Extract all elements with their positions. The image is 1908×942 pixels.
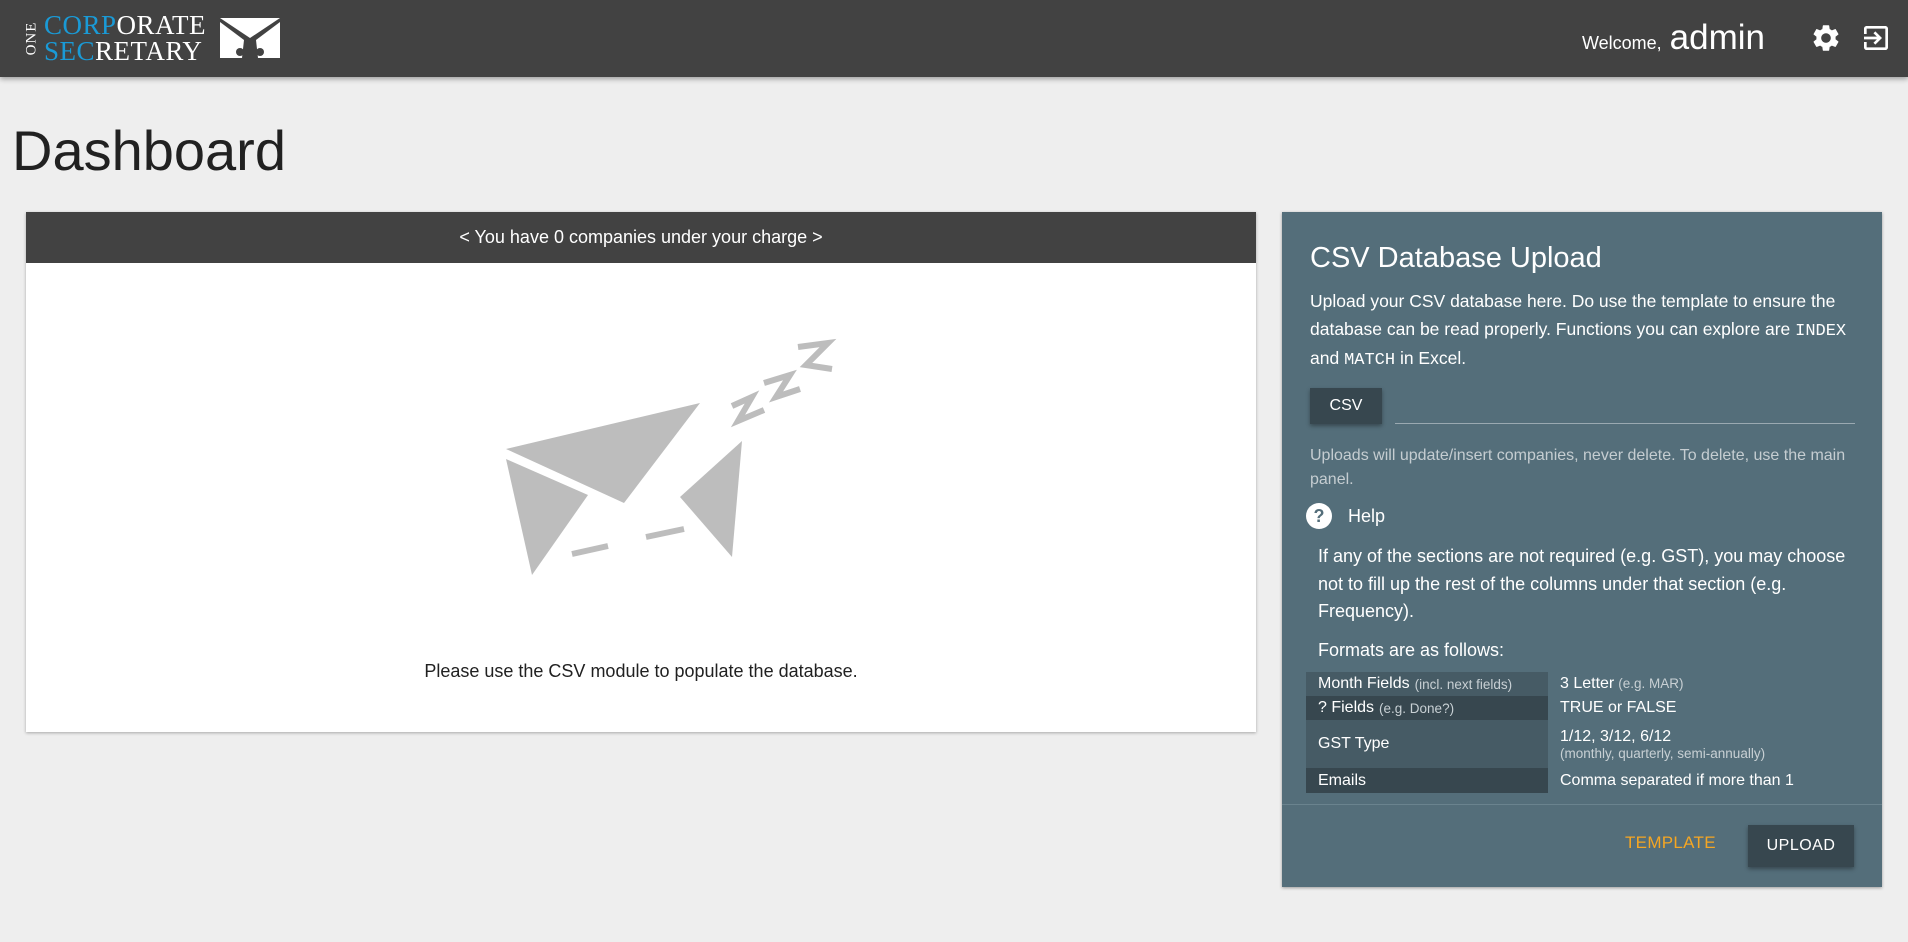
format-val-main: 1/12, 3/12, 6/12 — [1560, 727, 1672, 745]
format-val-line2: (monthly, quarterly, semi-annually) — [1560, 745, 1766, 761]
format-key: Emails — [1306, 768, 1548, 793]
format-key: ? Fields (e.g. Done?) — [1306, 696, 1548, 720]
sleeping-envelope-icon — [506, 338, 837, 575]
empty-state-message: Please use the CSV module to populate th… — [424, 661, 858, 681]
desc-part2: in Excel. — [1395, 348, 1467, 368]
upload-button[interactable]: UPLOAD — [1748, 825, 1854, 867]
upload-note: Uploads will update/insert companies, ne… — [1310, 447, 1846, 488]
format-value: TRUE or FALSE — [1548, 696, 1676, 720]
companies-count-header: < You have 0 companies under your charge… — [26, 212, 1256, 263]
help-circle-icon: ? — [1306, 503, 1332, 529]
logo-one-text: ONE — [23, 21, 40, 55]
format-key-main: GST Type — [1318, 735, 1390, 752]
companies-card: < You have 0 companies under your charge… — [26, 212, 1256, 732]
format-row-bool: ? Fields (e.g. Done?) TRUE or FALSE — [1306, 696, 1861, 720]
format-key-sub: (e.g. Done?) — [1379, 700, 1455, 716]
exit-icon[interactable] — [1860, 22, 1892, 54]
format-val-main: 3 Letter — [1560, 675, 1615, 692]
format-key-main: Emails — [1318, 771, 1367, 789]
logo-retary: RETARY — [95, 36, 203, 66]
help-label: Help — [1348, 505, 1386, 526]
logo-wordmark: CORPORATE SECRETARY — [44, 12, 206, 66]
desc-part1: Upload your CSV database here. Do use th… — [1310, 291, 1836, 339]
format-key-main: ? Fields — [1318, 699, 1375, 716]
envelope-logo-icon — [220, 18, 281, 58]
format-key: Month Fields (incl. next fields) — [1306, 672, 1548, 696]
csv-file-button[interactable]: CSV — [1310, 388, 1382, 424]
csv-upload-card: CSV Database Upload Upload your CSV data… — [1282, 212, 1882, 887]
welcome-greeting: Welcome, admin — [1582, 18, 1765, 58]
format-value: 3 Letter (e.g. MAR) — [1548, 672, 1684, 696]
logo-sec: SEC — [44, 36, 96, 66]
format-val-main: TRUE or FALSE — [1560, 699, 1677, 716]
help-toggle[interactable]: ? Help — [1306, 503, 1385, 529]
welcome-label: Welcome, — [1581, 33, 1662, 53]
brand-logo[interactable]: ONE CORPORATE SECRETARY — [23, 12, 281, 66]
format-val-sub: (e.g. MAR) — [1618, 676, 1684, 691]
help-text: If any of the sections are not required … — [1318, 546, 1846, 621]
username: admin — [1669, 18, 1765, 57]
format-row-gst: GST Type 1/12, 3/12, 6/12 (monthly, quart… — [1306, 720, 1861, 768]
code-index: INDEX — [1795, 321, 1847, 341]
format-key-sub: (incl. next fields) — [1414, 676, 1513, 692]
card-divider — [1282, 804, 1882, 805]
format-key-main: Month Fields — [1318, 675, 1410, 692]
gear-icon[interactable] — [1810, 22, 1842, 54]
template-link[interactable]: TEMPLATE — [1625, 833, 1716, 853]
upload-card-title: CSV Database Upload — [1310, 242, 1602, 274]
format-row-month: Month Fields (incl. next fields) 3 Letter… — [1306, 672, 1861, 696]
formats-label: Formats are as follows: — [1318, 640, 1505, 660]
code-match: MATCH — [1344, 351, 1396, 370]
desc-and: and — [1310, 348, 1345, 368]
formats-table: Month Fields (incl. next fields) 3 Letter… — [1306, 672, 1861, 793]
format-value: 1/12, 3/12, 6/12 (monthly, quarterly, sem… — [1548, 720, 1765, 768]
format-row-emails: Emails Comma separated if more than 1 — [1306, 768, 1861, 793]
upload-description: Upload your CSV database here. Do use th… — [1310, 288, 1860, 375]
format-val-main: Comma separated if more than 1 — [1560, 771, 1794, 789]
format-value: Comma separated if more than 1 — [1548, 768, 1794, 793]
file-path-input[interactable] — [1395, 390, 1855, 424]
format-key: GST Type — [1306, 720, 1548, 768]
top-app-bar: ONE CORPORATE SECRETARY Welcome, admin — [0, 0, 1908, 77]
page-title: Dashboard — [12, 119, 286, 182]
